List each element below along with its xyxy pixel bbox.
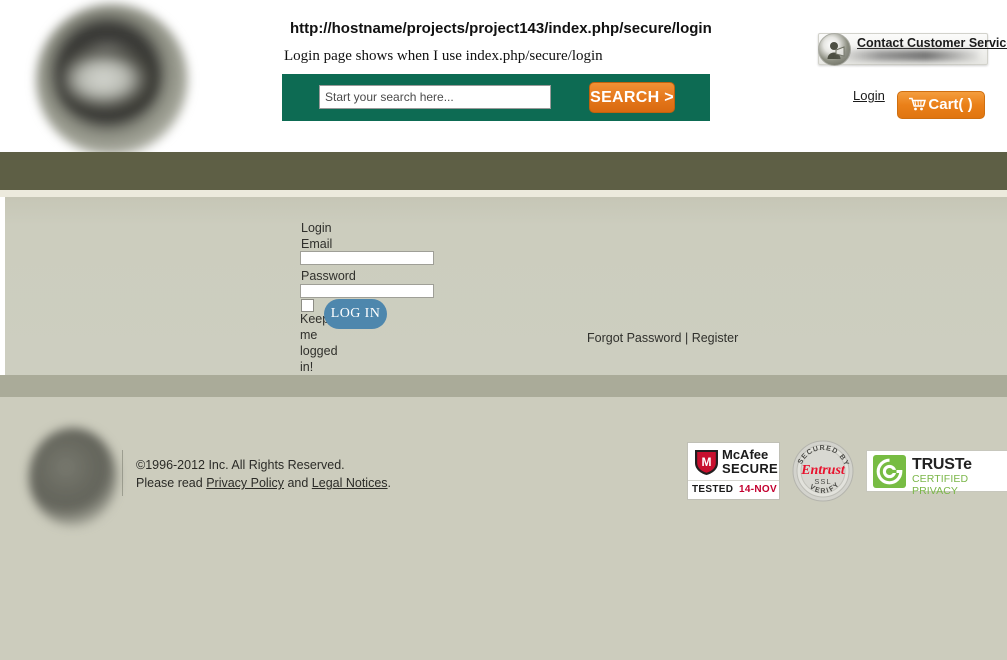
truste-certified-privacy-badge[interactable]: TRUSTe CERTIFIED PRIVACY: [866, 450, 1007, 497]
footer-separator-band: [0, 375, 1007, 397]
footer-legal-text: ©1996-2012 Inc. All Rights Reserved. Ple…: [136, 456, 391, 492]
legal-notices-link[interactable]: Legal Notices: [312, 476, 388, 490]
privacy-policy-link[interactable]: Privacy Policy: [206, 476, 284, 490]
email-label: Email: [301, 237, 333, 251]
truste-subtitle: CERTIFIED PRIVACY: [912, 473, 969, 497]
redacted-text-blur: [839, 50, 979, 61]
search-band: SEARCH >: [282, 74, 710, 121]
auth-aux-links: Forgot Password | Register: [587, 331, 738, 345]
entrust-brand-text: Entrust: [800, 463, 846, 478]
password-label: Password: [301, 269, 356, 283]
truste-title: TRUSTe: [912, 456, 972, 473]
footer-logo-divider: [122, 450, 123, 496]
cart-button[interactable]: Cart( ): [897, 91, 985, 119]
footer-logo: [29, 428, 117, 526]
mcafee-tested-label: TESTED: [692, 484, 734, 495]
mcafee-shield-icon: M: [695, 450, 718, 475]
search-button[interactable]: SEARCH >: [589, 82, 675, 113]
forgot-password-link[interactable]: Forgot Password: [587, 331, 681, 345]
page-footer: [0, 397, 1007, 660]
contact-customer-service-label: Contact Customer Service: [857, 36, 1007, 50]
mcafee-wordmark: McAfee: [722, 447, 769, 462]
mcafee-secure-badge[interactable]: M McAfee SECURE TESTED 14-NOV: [687, 442, 780, 500]
shopping-cart-icon: [909, 97, 927, 111]
truste-logo-icon: [873, 455, 906, 488]
login-form-heading: Login: [301, 221, 332, 235]
cart-label: Cart( ): [928, 96, 973, 113]
register-link[interactable]: Register: [692, 331, 739, 345]
navigation-bar: [0, 152, 1007, 190]
legal-conjunction: and: [283, 476, 312, 490]
entrust-ssl-badge[interactable]: SECURED BY VERIFY Entrust SSL: [791, 439, 855, 503]
email-input[interactable]: [300, 251, 434, 265]
mcafee-secure-word: SECURE: [722, 461, 778, 476]
copyright-line: ©1996-2012 Inc. All Rights Reserved.: [136, 458, 345, 472]
legal-prefix: Please read: [136, 476, 207, 490]
login-submit-button[interactable]: LOG IN: [324, 299, 387, 329]
mcafee-tested-date: 14-NOV: [739, 484, 777, 495]
entrust-ssl-text: SSL: [814, 477, 831, 486]
contact-customer-service-button[interactable]: Contact Customer Service: [818, 33, 1007, 66]
page-header: http://hostname/projects/project143/inde…: [0, 0, 1007, 156]
page-url-text: http://hostname/projects/project143/inde…: [290, 20, 712, 37]
brand-logo-detail: [62, 46, 154, 112]
page-note-text: Login page shows when I use index.php/se…: [284, 48, 603, 64]
header-login-link[interactable]: Login: [853, 88, 885, 103]
mcafee-badge-top: M McAfee SECURE: [688, 443, 779, 481]
aux-links-separator: |: [681, 331, 692, 345]
legal-suffix: .: [387, 476, 392, 490]
keep-logged-in-label: Keep me logged in!: [300, 312, 338, 374]
main-content: [0, 197, 1007, 375]
password-input[interactable]: [300, 284, 434, 298]
nav-divider: [0, 190, 1007, 197]
svg-text:M: M: [702, 455, 712, 469]
legal-line: Please read Privacy Policy and Legal Not…: [136, 474, 391, 492]
search-input[interactable]: [319, 85, 551, 109]
